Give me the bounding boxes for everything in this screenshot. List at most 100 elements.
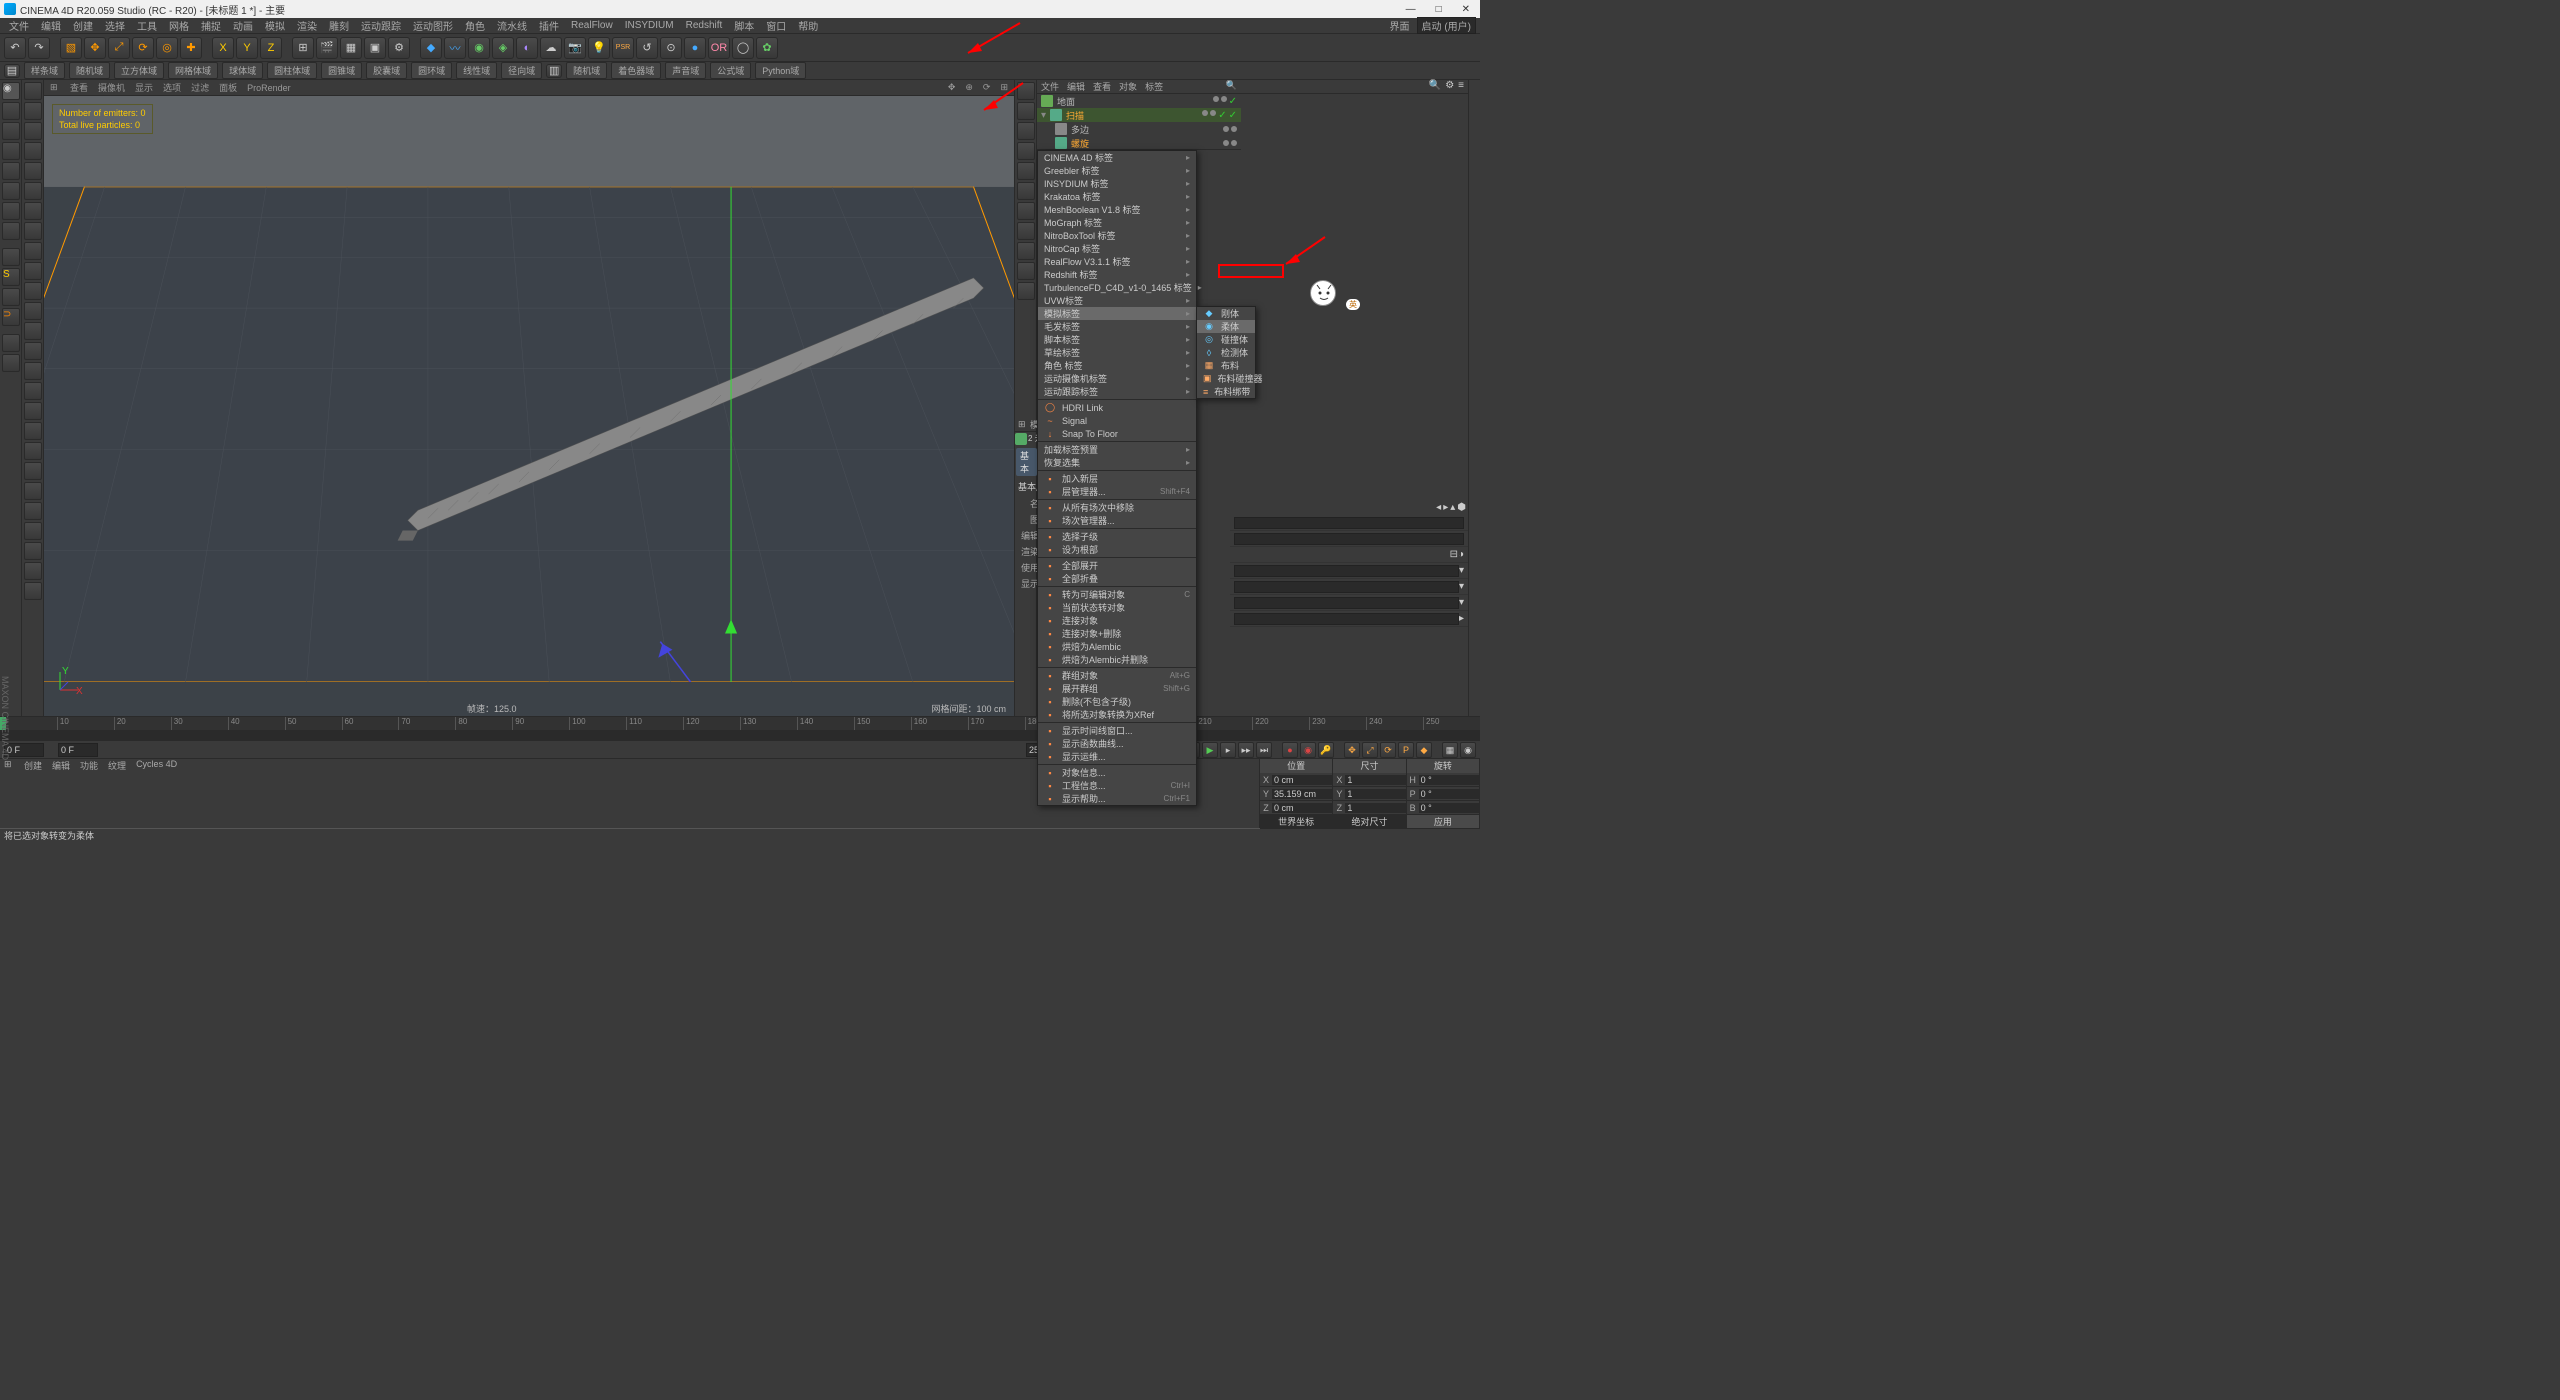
key-pos-button[interactable]: ✥ (1344, 742, 1360, 758)
submenu-cloth-belt[interactable]: ≡布料绑带 (1197, 385, 1255, 398)
palette-button[interactable] (24, 142, 42, 160)
vp-tool-button[interactable] (1017, 262, 1035, 280)
vp-tool-button[interactable] (1017, 242, 1035, 260)
field-tab[interactable]: 公式域 (710, 62, 751, 79)
menu-snap[interactable]: 捕捉 (196, 18, 226, 33)
link-icon[interactable]: ⊟ (1450, 549, 1458, 560)
light-button[interactable]: 💡 (588, 37, 610, 59)
nav-up-icon[interactable]: ▴ (1450, 502, 1455, 513)
field-tab[interactable]: 样条域 (24, 62, 65, 79)
viewport-canvas[interactable]: Number of emitters: 0 Total live particl… (44, 96, 1014, 716)
vp-nav-icon[interactable]: ⟳ (983, 82, 991, 93)
context-menu-item[interactable]: Krakatoa 标签▸ (1038, 190, 1196, 203)
axis-z-button[interactable]: Z (260, 37, 282, 59)
context-menu-item[interactable]: ▪显示帮助...Ctrl+F1 (1038, 792, 1196, 805)
context-menu-item[interactable]: ▪显示时间线窗口... (1038, 724, 1196, 737)
context-menu-item[interactable]: ▪展开群组Shift+G (1038, 682, 1196, 695)
palette-button[interactable] (24, 202, 42, 220)
context-menu-item[interactable]: ▪群组对象Alt+G (1038, 669, 1196, 682)
reset-button[interactable]: ↺ (636, 37, 658, 59)
menu-file[interactable]: 文件 (4, 18, 34, 33)
om-menu-edit[interactable]: 编辑 (1067, 80, 1085, 93)
field-tab[interactable]: 圆环域 (411, 62, 452, 79)
palette-button[interactable] (24, 462, 42, 480)
vp-tool-button[interactable] (1017, 282, 1035, 300)
point-mode-button[interactable] (2, 142, 20, 160)
submenu-collider[interactable]: ◎碰撞体 (1197, 333, 1255, 346)
attr-field[interactable] (1234, 581, 1459, 593)
cube-primitive-button[interactable]: ◆ (420, 37, 442, 59)
key-rot-button[interactable]: ⟳ (1380, 742, 1396, 758)
palette-button[interactable] (24, 342, 42, 360)
context-menu-item[interactable]: INSYDIUM 标签▸ (1038, 177, 1196, 190)
next-frame-button[interactable]: ▸ (1220, 742, 1236, 758)
menu-tracker[interactable]: 运动跟踪 (356, 18, 406, 33)
scale-tool-button[interactable]: ⤢ (108, 37, 130, 59)
psr-button[interactable]: PSR (612, 37, 634, 59)
search-icon[interactable]: 🔍 (1226, 80, 1237, 93)
object-manager-tree[interactable]: 地面 ✓ ▾ 扫描 ✓✓ 多边 螺旋 (1037, 94, 1241, 150)
field-tab[interactable]: 立方体域 (114, 62, 164, 79)
menu-mograph[interactable]: 运动图形 (408, 18, 458, 33)
vp-tool-button[interactable] (1017, 122, 1035, 140)
field-tab[interactable]: 随机域 (69, 62, 110, 79)
field-tab[interactable]: 胶囊域 (366, 62, 407, 79)
menu-pipeline[interactable]: 流水线 (492, 18, 532, 33)
mat-menu-cycles[interactable]: Cycles 4D (136, 759, 177, 773)
context-menu-item[interactable]: ▪连接对象+删除 (1038, 627, 1196, 640)
vp-nav-icon[interactable]: ⊕ (965, 82, 973, 93)
timeline-track[interactable] (0, 731, 1480, 741)
workplane-button[interactable] (2, 288, 20, 306)
context-menu-item[interactable]: MoGraph 标签▸ (1038, 216, 1196, 229)
field-tab[interactable]: 着色器域 (611, 62, 661, 79)
nav-next-icon[interactable]: ▸ (1443, 502, 1448, 513)
palette-button[interactable] (24, 542, 42, 560)
object-item-polygon[interactable]: 多边 (1037, 122, 1241, 136)
attr-field[interactable] (1234, 597, 1459, 609)
attr-tab-basic[interactable]: 基本 (1016, 448, 1037, 476)
palette-button[interactable] (24, 82, 42, 100)
menu-render[interactable]: 渲染 (292, 18, 322, 33)
timeline-current-field[interactable] (58, 743, 98, 757)
context-menu-item[interactable]: MeshBoolean V1.8 标签▸ (1038, 203, 1196, 216)
misc-button[interactable] (2, 354, 20, 372)
render-picture-button[interactable]: ▣ (364, 37, 386, 59)
palette-button[interactable] (24, 242, 42, 260)
play-forward-button[interactable]: ▶ (1202, 742, 1218, 758)
vp-menu-panel[interactable]: 面板 (219, 81, 237, 94)
context-menu-item[interactable]: ▪加入新层 (1038, 472, 1196, 485)
generator-button[interactable]: ◈ (492, 37, 514, 59)
context-menu-item[interactable]: ▪层管理器...Shift+F4 (1038, 485, 1196, 498)
filter-icon[interactable]: ⚙ (1445, 80, 1454, 93)
lock-icon[interactable]: ⬢ (1457, 502, 1466, 513)
palette-button[interactable] (24, 582, 42, 600)
nurbs-button[interactable]: ◉ (468, 37, 490, 59)
mat-menu-create[interactable]: 创建 (24, 759, 42, 773)
menu-tools[interactable]: 工具 (132, 18, 162, 33)
context-menu-item[interactable]: NitroCap 标签▸ (1038, 242, 1196, 255)
axis-x-button[interactable]: X (212, 37, 234, 59)
object-item-ground[interactable]: 地面 ✓ (1037, 94, 1241, 108)
render-view-button[interactable]: 🎬 (316, 37, 338, 59)
magnet-button[interactable]: ⊃ (2, 308, 20, 326)
om-menu-view[interactable]: 查看 (1093, 80, 1111, 93)
field-tab[interactable]: 圆锥域 (321, 62, 362, 79)
context-menu-item[interactable]: ▪对象信息... (1038, 766, 1196, 779)
context-menu-item[interactable]: ↓Snap To Floor (1038, 427, 1196, 440)
picker-icon[interactable]: ◑ (1458, 549, 1464, 560)
context-menu-item[interactable]: ▪烘焙为Alembic (1038, 640, 1196, 653)
context-menu-item[interactable]: ▪全部展开 (1038, 559, 1196, 572)
deformer-button[interactable]: ◐ (516, 37, 538, 59)
coord-mode-dropdown[interactable]: 世界坐标 (1260, 815, 1332, 828)
opt4-button[interactable]: ✿ (756, 37, 778, 59)
move-tool-button[interactable]: ✥ (84, 37, 106, 59)
object-item-helix[interactable]: 螺旋 (1037, 136, 1241, 150)
submenu-cloth[interactable]: ▦布料 (1197, 359, 1255, 372)
menu-character[interactable]: 角色 (460, 18, 490, 33)
timeline-ruler[interactable]: 0102030405060708090100110120130140150160… (0, 717, 1480, 731)
vp-tool-button[interactable] (1017, 202, 1035, 220)
submenu-cloth-collider[interactable]: ▣布料碰撞器 (1197, 372, 1255, 385)
vp-tool-button[interactable] (1017, 142, 1035, 160)
submenu-detector[interactable]: ◊检测体 (1197, 346, 1255, 359)
search-icon[interactable]: 🔍 (1429, 80, 1441, 93)
